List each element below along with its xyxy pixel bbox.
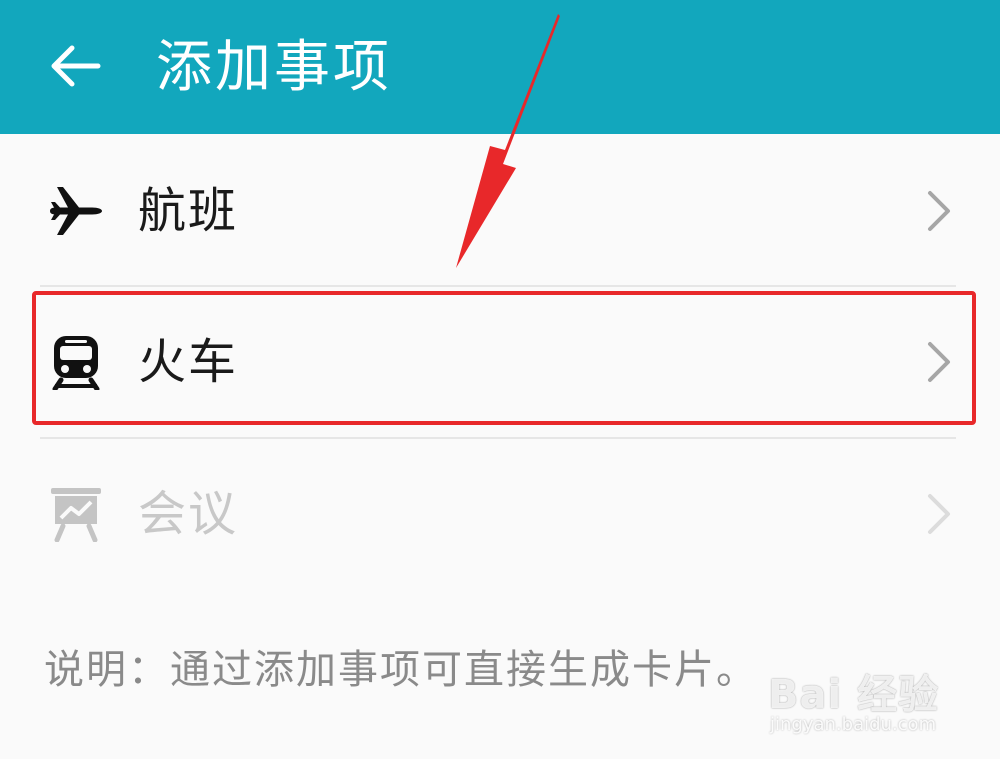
list-item-train[interactable]: 火车 <box>0 287 1000 437</box>
chevron-right-icon <box>928 494 950 534</box>
list-item-label: 航班 <box>138 183 239 239</box>
description-note: 说明：通过添加事项可直接生成卡片。 <box>44 647 758 693</box>
train-icon <box>52 336 100 390</box>
list-item-label: 会议 <box>138 486 239 542</box>
page-title: 添加事项 <box>156 35 392 100</box>
list-item-flight[interactable]: 航班 <box>0 136 1000 286</box>
presentation-board-icon <box>51 488 101 542</box>
airplane-icon <box>50 187 102 235</box>
chevron-right-icon <box>928 342 950 382</box>
list-item-label: 火车 <box>138 334 239 390</box>
chevron-right-icon <box>928 191 950 231</box>
arrow-left-icon <box>51 45 101 87</box>
list-item-meeting[interactable]: 会议 <box>0 439 1000 589</box>
back-button[interactable] <box>40 30 112 102</box>
watermark-site: jingyan.baidu.com <box>770 714 937 735</box>
watermark-brand: Bai 经验 <box>768 672 940 718</box>
baidu-jingyan-watermark: Bai 经验 jingyan.baidu.com <box>760 646 960 746</box>
app-header: 添加事项 <box>0 0 1000 134</box>
